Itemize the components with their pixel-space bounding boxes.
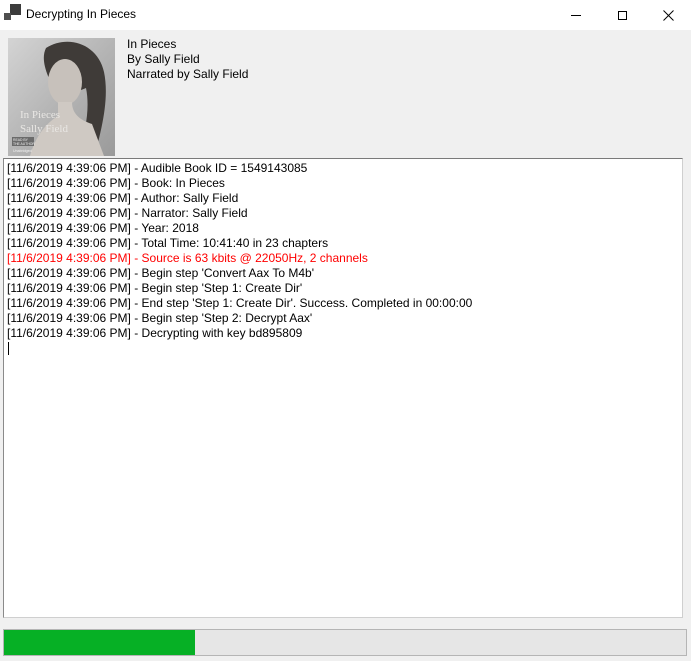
close-icon [663, 10, 674, 21]
log-textbox[interactable]: [11/6/2019 4:39:06 PM] - Audible Book ID… [3, 158, 683, 618]
window-title: Decrypting In Pieces [26, 0, 136, 30]
log-line: [11/6/2019 4:39:06 PM] - Book: In Pieces [7, 176, 679, 191]
log-line: [11/6/2019 4:39:06 PM] - Begin step 'Ste… [7, 311, 679, 326]
log-line: [11/6/2019 4:39:06 PM] - Total Time: 10:… [7, 236, 679, 251]
caption-buttons [553, 0, 691, 30]
log-line: [11/6/2019 4:39:06 PM] - Begin step 'Ste… [7, 281, 679, 296]
app-icon [4, 2, 22, 20]
cover-face-shape [48, 59, 82, 105]
log-line: [11/6/2019 4:39:06 PM] - End step 'Step … [7, 296, 679, 311]
log-line: [11/6/2019 4:39:06 PM] - Narrator: Sally… [7, 206, 679, 221]
book-info: In Pieces By Sally Field Narrated by Sal… [127, 37, 248, 82]
book-title-label: In Pieces [127, 37, 248, 52]
text-caret [8, 342, 9, 355]
log-line: [11/6/2019 4:39:06 PM] - Decrypting with… [7, 326, 679, 341]
cover-badge-line3: Unabridged [13, 149, 32, 153]
book-narrator-label: Narrated by Sally Field [127, 67, 248, 82]
app-icon-square-large [10, 4, 21, 15]
log-line: [11/6/2019 4:39:06 PM] - Audible Book ID… [7, 161, 679, 176]
close-button[interactable] [645, 0, 691, 30]
book-author-label: By Sally Field [127, 52, 248, 67]
cover-author-text: Sally Field [20, 123, 68, 135]
progress-bar-fill [4, 630, 195, 655]
progress-bar [3, 629, 687, 656]
cover-title-text: In Pieces [20, 109, 60, 121]
minimize-icon [571, 15, 581, 16]
app-window: Decrypting In Pieces [0, 0, 691, 661]
log-line: [11/6/2019 4:39:06 PM] - Year: 2018 [7, 221, 679, 236]
title-bar[interactable]: Decrypting In Pieces [0, 0, 691, 30]
log-line-error: [11/6/2019 4:39:06 PM] - Source is 63 kb… [7, 251, 679, 266]
log-line: [11/6/2019 4:39:06 PM] - Begin step 'Con… [7, 266, 679, 281]
maximize-icon [618, 11, 627, 20]
cover-badge-line2: THE AUTHOR [13, 142, 35, 146]
app-icon-square-small [4, 13, 11, 20]
log-line: [11/6/2019 4:39:06 PM] - Author: Sally F… [7, 191, 679, 206]
book-cover-image: In Pieces Sally Field READ BY THE AUTHOR… [8, 38, 115, 156]
maximize-button[interactable] [599, 0, 645, 30]
minimize-button[interactable] [553, 0, 599, 30]
